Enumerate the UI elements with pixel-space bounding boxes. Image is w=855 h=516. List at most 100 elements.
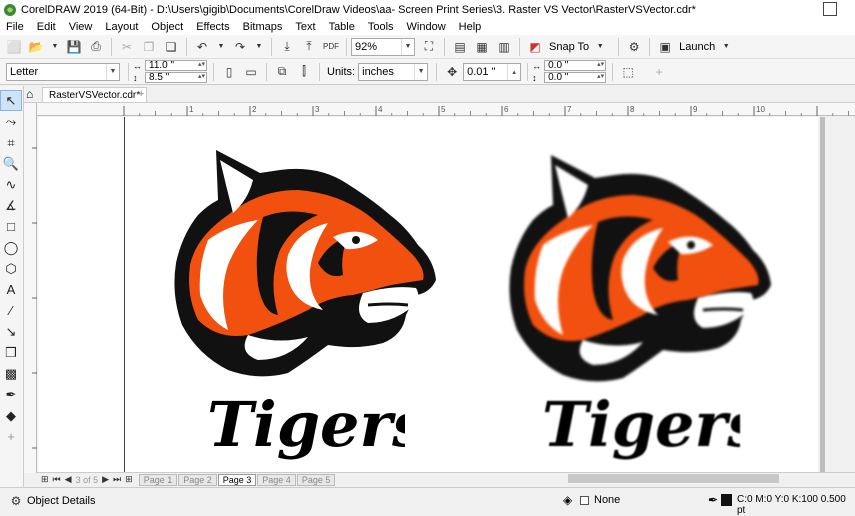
open-folder-icon[interactable]: 📂 <box>28 39 44 55</box>
spin-arrows-icon[interactable]: ▴▾ <box>597 72 604 80</box>
menu-object[interactable]: Object <box>145 21 190 33</box>
page-tab-3[interactable]: Page 3 <box>217 473 257 486</box>
snap-to-icon[interactable]: ◩ <box>527 39 543 55</box>
save-icon[interactable]: 💾 <box>66 39 82 55</box>
duplicate-x-input[interactable]: 0.0 " ▴▾ <box>544 60 607 71</box>
redo-dropdown-icon[interactable]: ▼ <box>251 39 267 55</box>
export-icon[interactable]: ⤒ <box>301 39 317 55</box>
polygon-tool-icon[interactable]: ⬡ <box>0 258 22 279</box>
launch-button[interactable]: Launch <box>679 41 715 53</box>
menu-help[interactable]: Help <box>453 21 489 33</box>
snap-to-button[interactable]: Snap To <box>549 41 589 53</box>
landscape-icon[interactable]: ▭ <box>243 64 259 80</box>
new-document-icon[interactable]: ⬜ <box>6 39 22 55</box>
previous-page-icon[interactable]: ◀ <box>65 474 72 485</box>
new-tab-plus-icon[interactable]: + <box>138 88 144 100</box>
fill-bucket-icon[interactable]: ◈ <box>563 493 572 507</box>
cut-icon[interactable]: ✂ <box>119 39 135 55</box>
menu-file[interactable]: File <box>0 21 31 33</box>
page-tab-2[interactable]: Page 2 <box>178 473 217 486</box>
customize-toolbox-plus-icon[interactable]: + <box>0 426 22 447</box>
home-icon[interactable]: ⌂ <box>26 87 40 101</box>
menu-window[interactable]: Window <box>401 21 453 33</box>
menu-layout[interactable]: Layout <box>99 21 145 33</box>
portrait-icon[interactable]: ▯ <box>221 64 237 80</box>
raster-tigers-text[interactable]: Tigers <box>540 388 740 460</box>
page-tab-5[interactable]: Page 5 <box>296 473 336 486</box>
redo-icon[interactable]: ↷ <box>232 39 248 55</box>
vector-tiger-graphic[interactable] <box>168 145 440 383</box>
crop-tool-icon[interactable]: ⌗ <box>0 132 22 153</box>
add-page-end-icon[interactable]: ⊞ <box>125 474 133 485</box>
parallel-dimension-tool-icon[interactable]: ∕ <box>0 300 22 321</box>
menu-view[interactable]: View <box>63 21 100 33</box>
spin-arrows-icon[interactable]: ▴▾ <box>597 60 604 68</box>
current-page-icon[interactable]: ⫿ <box>296 64 312 80</box>
zoom-level-combo[interactable]: 92% ▼ <box>351 37 415 56</box>
import-icon[interactable]: ⤓ <box>279 39 295 55</box>
publish-pdf-icon[interactable]: PDF <box>323 39 339 55</box>
chevron-down-icon[interactable]: ▼ <box>106 63 119 80</box>
spin-arrows-icon[interactable]: ▴▾ <box>198 60 205 68</box>
page-width-input[interactable]: 11.0 " ▴▾ <box>145 60 207 71</box>
copy-icon[interactable]: ❐ <box>141 39 157 55</box>
undo-icon[interactable]: ↶ <box>194 39 210 55</box>
vertical-ruler[interactable] <box>24 103 37 473</box>
object-details-gear-icon[interactable]: ⚙ <box>8 493 24 509</box>
outline-pen-icon[interactable]: ✒ <box>708 493 718 507</box>
menu-tools[interactable]: Tools <box>362 21 401 33</box>
chevron-down-icon[interactable]: ▼ <box>401 38 414 55</box>
interactive-fill-tool-icon[interactable]: ◆ <box>0 405 22 426</box>
print-icon[interactable]: ⎙ <box>88 39 104 55</box>
show-grid-icon[interactable]: ▦ <box>474 39 490 55</box>
full-screen-preview-icon[interactable]: ⛶ <box>421 39 437 55</box>
connector-tool-icon[interactable]: ↘ <box>0 321 22 342</box>
page-tab-1[interactable]: Page 1 <box>138 473 178 486</box>
page-height-input[interactable]: 8.5 " ▴▾ <box>145 72 207 83</box>
raster-tiger-graphic[interactable] <box>503 150 775 388</box>
horizontal-scroll-thumb[interactable] <box>568 474 779 483</box>
next-page-icon[interactable]: ▶ <box>102 474 109 485</box>
rectangle-tool-icon[interactable]: □ <box>0 216 22 237</box>
spin-arrows-icon[interactable]: ▴▾ <box>198 72 205 80</box>
duplicate-y-input[interactable]: 0.0 " ▴▾ <box>544 72 607 83</box>
add-page-icon[interactable]: ⊞ <box>41 474 49 485</box>
object-details-label[interactable]: Object Details <box>27 495 95 507</box>
undo-dropdown-icon[interactable]: ▼ <box>213 39 229 55</box>
bleed-frame-icon[interactable]: ⬚ <box>620 64 636 80</box>
eyedropper-tool-icon[interactable]: ✒ <box>0 384 22 405</box>
menu-effects[interactable]: Effects <box>190 21 236 33</box>
menu-edit[interactable]: Edit <box>31 21 63 33</box>
document-tab[interactable]: RasterVSVector.cdr* <box>42 87 148 102</box>
shape-tool-icon[interactable]: ⤳ <box>0 111 22 132</box>
launch-icon[interactable]: ▣ <box>657 39 673 55</box>
page-size-combo[interactable]: Letter ▼ <box>6 62 120 81</box>
options-gear-icon[interactable]: ⚙ <box>626 39 642 55</box>
horizontal-ruler[interactable]: 1 2 3 4 5 6 7 8 9 10 <box>37 103 855 116</box>
paste-icon[interactable]: ❑ <box>163 39 179 55</box>
launch-dropdown-icon[interactable]: ▼ <box>718 39 734 55</box>
pick-tool-icon[interactable]: ↖ <box>0 90 22 111</box>
last-page-icon[interactable]: ⏭ <box>113 474 121 485</box>
ellipse-tool-icon[interactable]: ◯ <box>0 237 22 258</box>
show-rulers-icon[interactable]: ▤ <box>452 39 468 55</box>
open-dropdown-icon[interactable]: ▼ <box>47 39 63 55</box>
zoom-tool-icon[interactable]: 🔍 <box>0 153 22 174</box>
drop-shadow-tool-icon[interactable]: ❒ <box>0 342 22 363</box>
freehand-tool-icon[interactable]: ∿ <box>0 174 22 195</box>
vertical-scroll-thumb[interactable] <box>820 117 825 472</box>
text-tool-icon[interactable]: A <box>0 279 22 300</box>
transparency-tool-icon[interactable]: ▩ <box>0 363 22 384</box>
vertical-scrollbar[interactable] <box>818 117 827 472</box>
chevron-down-icon[interactable]: ▼ <box>414 63 427 80</box>
menu-text[interactable]: Text <box>289 21 322 33</box>
vector-tigers-text[interactable]: Tigers <box>205 388 405 460</box>
all-pages-icon[interactable]: ⧉ <box>274 64 290 80</box>
snap-dropdown-icon[interactable]: ▼ <box>592 39 608 55</box>
page-tab-4[interactable]: Page 4 <box>257 473 296 486</box>
artistic-media-tool-icon[interactable]: ∡ <box>0 195 22 216</box>
units-combo[interactable]: inches ▼ <box>358 62 429 81</box>
menu-table[interactable]: Table <box>323 21 362 33</box>
spin-arrows-icon[interactable]: ▴ <box>507 63 520 80</box>
first-page-icon[interactable]: ⏮ <box>53 474 61 485</box>
